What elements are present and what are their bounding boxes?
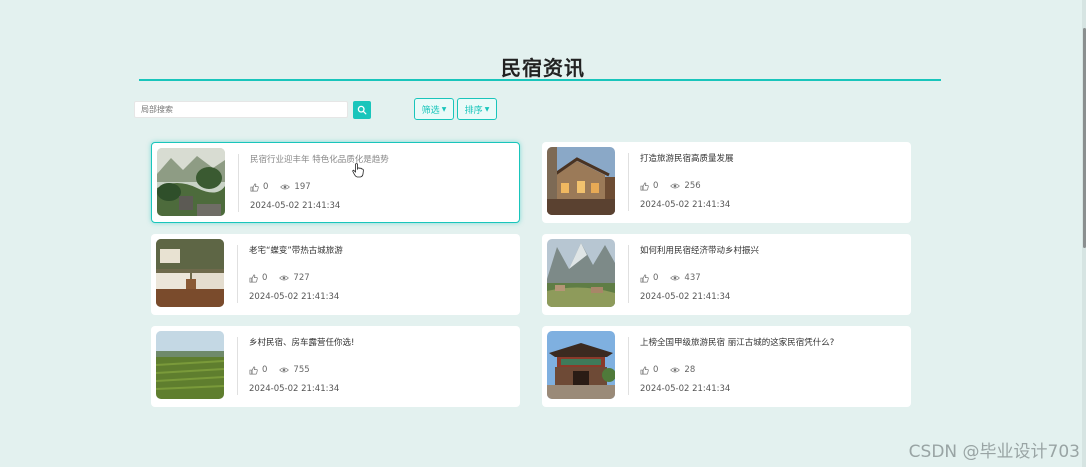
news-title[interactable]: 乡村民宿、房车露营任你选! — [249, 336, 354, 348]
like-count: 0 — [263, 182, 269, 192]
search-icon — [357, 105, 367, 115]
news-title[interactable]: 老宅“蝶变”带热古城旅游 — [249, 244, 343, 256]
thumbs-up-icon — [640, 274, 649, 282]
like-count: 0 — [653, 181, 659, 191]
news-thumbnail — [157, 148, 225, 216]
news-title[interactable]: 上榜全国甲级旅游民宿 丽江古城的这家民宿凭什么? — [640, 336, 834, 348]
news-card[interactable]: 乡村民宿、房车露营任你选! 0 755 2024-05-02 21:41:34 — [151, 326, 520, 407]
caret-down-icon: ▼ — [484, 105, 490, 113]
view-count: 755 — [293, 365, 310, 375]
card-divider — [238, 154, 239, 212]
news-stats: 0 437 — [640, 273, 701, 283]
news-date: 2024-05-02 21:41:34 — [249, 384, 340, 394]
news-stats: 0 727 — [249, 273, 310, 283]
thumbs-up-icon — [250, 183, 259, 191]
news-thumbnail — [547, 147, 615, 215]
like-count: 0 — [653, 273, 659, 283]
thumbs-up-icon — [640, 182, 649, 190]
news-title[interactable]: 民宿行业迎丰年 特色化品质化是趋势 — [250, 153, 389, 165]
eye-icon — [670, 275, 681, 281]
news-date: 2024-05-02 21:41:34 — [640, 384, 731, 394]
like-count: 0 — [262, 365, 268, 375]
news-card[interactable]: 民宿行业迎丰年 特色化品质化是趋势 0 197 2024-05-02 21:41… — [151, 142, 520, 223]
page-title: 民宿资讯 — [501, 56, 585, 80]
view-count: 197 — [294, 182, 311, 192]
sort-label: 排序 — [464, 105, 483, 116]
scrollbar[interactable] — [1082, 0, 1086, 467]
caret-down-icon: ▼ — [441, 105, 447, 113]
title-underline — [139, 79, 941, 81]
eye-icon — [279, 275, 290, 281]
news-date: 2024-05-02 21:41:34 — [640, 292, 731, 302]
news-card[interactable]: 老宅“蝶变”带热古城旅游 0 727 2024-05-02 21:41:34 — [151, 234, 520, 315]
news-date: 2024-05-02 21:41:34 — [250, 201, 341, 211]
card-divider — [237, 245, 238, 303]
card-divider — [628, 337, 629, 395]
like-count: 0 — [262, 273, 268, 283]
like-count: 0 — [653, 365, 659, 375]
news-date: 2024-05-02 21:41:34 — [640, 200, 731, 210]
news-stats: 0 197 — [250, 182, 311, 192]
news-stats: 0 256 — [640, 181, 701, 191]
news-thumbnail — [156, 239, 224, 307]
view-count: 437 — [684, 273, 701, 283]
news-title[interactable]: 打造旅游民宿高质量发展 — [640, 152, 734, 164]
news-card[interactable]: 如何利用民宿经济带动乡村振兴 0 437 2024-05-02 21:41:34 — [542, 234, 911, 315]
eye-icon — [279, 367, 290, 373]
thumbs-up-icon — [640, 366, 649, 374]
thumbs-up-icon — [249, 274, 258, 282]
news-title[interactable]: 如何利用民宿经济带动乡村振兴 — [640, 244, 759, 256]
news-thumbnail — [547, 239, 615, 307]
view-count: 28 — [684, 365, 696, 375]
view-count: 727 — [293, 273, 310, 283]
news-stats: 0 755 — [249, 365, 310, 375]
news-card[interactable]: 上榜全国甲级旅游民宿 丽江古城的这家民宿凭什么? 0 28 2024-05-02… — [542, 326, 911, 407]
news-stats: 0 28 — [640, 365, 695, 375]
hand-cursor-icon — [352, 163, 364, 178]
card-divider — [237, 337, 238, 395]
eye-icon — [670, 183, 681, 189]
eye-icon — [670, 367, 681, 373]
watermark: CSDN @毕业设计703 — [908, 442, 1080, 462]
filter-dropdown-button[interactable]: 筛选 ▼ — [414, 98, 454, 120]
thumbs-up-icon — [249, 366, 258, 374]
card-divider — [628, 245, 629, 303]
news-thumbnail — [547, 331, 615, 399]
news-thumbnail — [156, 331, 224, 399]
eye-icon — [280, 184, 291, 190]
news-card[interactable]: 打造旅游民宿高质量发展 0 256 2024-05-02 21:41:34 — [542, 142, 911, 223]
card-divider — [628, 153, 629, 211]
search-button[interactable] — [353, 101, 371, 119]
news-date: 2024-05-02 21:41:34 — [249, 292, 340, 302]
sort-dropdown-button[interactable]: 排序 ▼ — [457, 98, 497, 120]
search-input[interactable] — [134, 101, 348, 118]
filter-label: 筛选 — [421, 105, 440, 116]
view-count: 256 — [684, 181, 701, 191]
